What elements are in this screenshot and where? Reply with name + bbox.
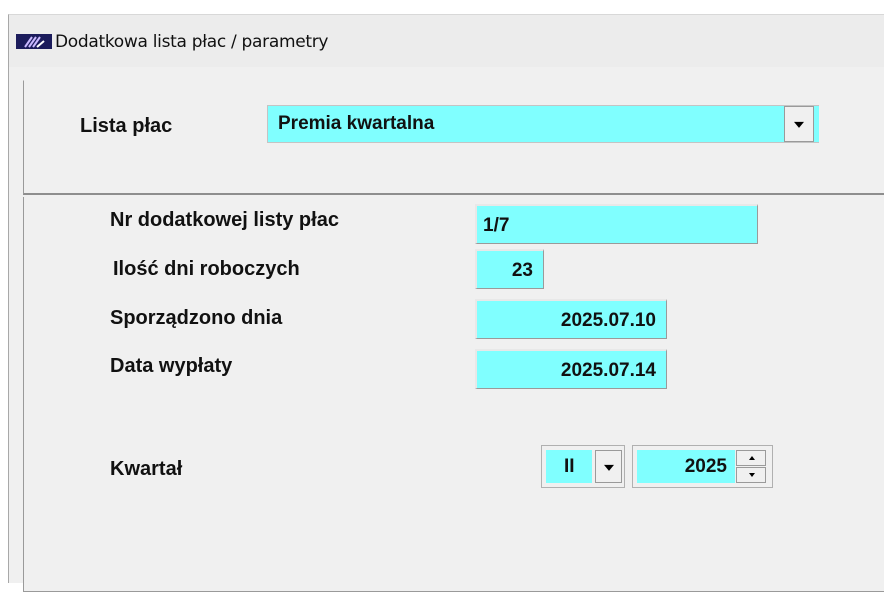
quarter-select-field: II <box>546 450 592 483</box>
year-spinner-field[interactable]: 2025 <box>637 450 735 483</box>
quarter-select[interactable]: II <box>541 445 625 488</box>
dialog-window: Dodatkowa lista płac / parametry Lista p… <box>8 14 884 592</box>
payroll-dropdown-button[interactable] <box>784 106 814 142</box>
prepared-date-value: 2025.07.10 <box>560 310 656 331</box>
chevron-down-icon <box>794 121 804 128</box>
workdays-label: Ilość dni roboczych <box>113 258 300 280</box>
quarter-select-value: II <box>564 456 575 477</box>
payout-date-field[interactable]: 2025.07.14 <box>475 349 667 389</box>
spin-up-icon[interactable] <box>736 450 766 466</box>
payout-date-label: Data wypłaty <box>110 355 233 377</box>
payroll-select[interactable]: Premia kwartalna <box>267 105 819 143</box>
list-number-label: Nr dodatkowej listy płac <box>110 209 339 231</box>
payroll-label: Lista płac <box>80 115 173 137</box>
prepared-date-label: Sporządzono dnia <box>110 307 283 329</box>
title-bar[interactable]: Dodatkowa lista płac / parametry <box>9 15 884 67</box>
payroll-select-value: Premia kwartalna <box>278 113 435 134</box>
quarter-label: Kwartał <box>110 458 183 480</box>
payroll-selection-panel: Lista płac Premia kwartalna <box>23 80 884 195</box>
workdays-field[interactable]: 23 <box>475 249 544 289</box>
year-spinner[interactable]: 2025 <box>632 445 773 488</box>
workdays-value: 23 <box>511 260 533 281</box>
app-logo-icon <box>16 34 52 49</box>
quarter-dropdown-button[interactable] <box>595 450 622 483</box>
window-title: Dodatkowa lista płac / parametry <box>55 32 329 52</box>
year-spinner-buttons <box>736 450 766 483</box>
spin-down-icon[interactable] <box>736 467 766 483</box>
year-spinner-value: 2025 <box>684 456 727 477</box>
list-number-field[interactable]: 1/7 <box>475 204 758 244</box>
chevron-down-icon <box>603 464 614 471</box>
parameters-panel <box>23 197 884 592</box>
list-number-value: 1/7 <box>483 215 510 236</box>
prepared-date-field[interactable]: 2025.07.10 <box>475 299 667 339</box>
payout-date-value: 2025.07.14 <box>560 360 656 381</box>
